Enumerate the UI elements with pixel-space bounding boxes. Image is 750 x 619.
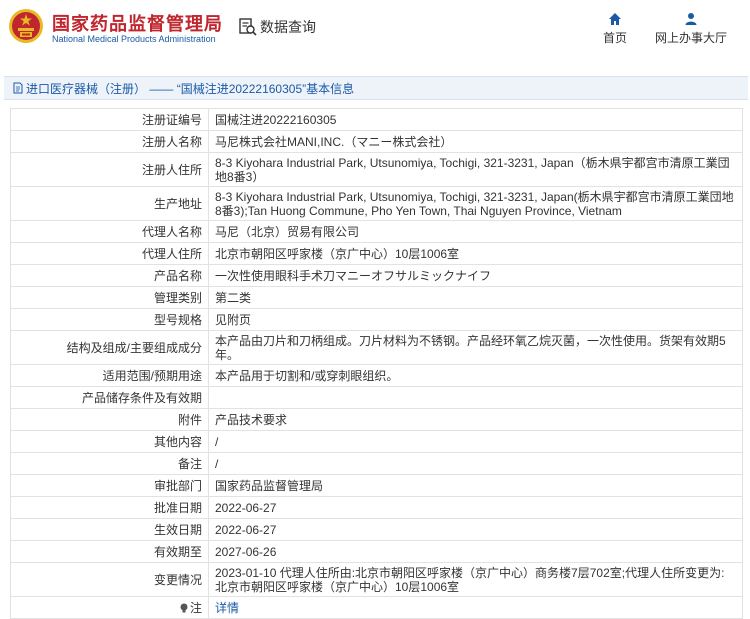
field-value: / <box>208 452 743 475</box>
table-row: 有效期至 2027-06-26 <box>10 540 743 563</box>
field-label: 管理类别 <box>10 286 209 309</box>
document-icon <box>13 82 23 94</box>
field-label: 产品名称 <box>10 264 209 287</box>
breadcrumb-separator: —— <box>149 81 174 96</box>
field-value: 北京市朝阳区呼家楼（京广中心）10层1006室 <box>208 242 743 265</box>
field-label: 产品储存条件及有效期 <box>10 386 209 409</box>
data-search-icon <box>239 18 257 36</box>
table-row: 注册人名称 马尼株式会社MANI,INC.（マニー株式会社） <box>10 130 743 153</box>
field-label: 注册人住所 <box>10 152 209 187</box>
field-label: 批准日期 <box>10 496 209 519</box>
table-row: 产品名称 一次性使用眼科手术刀マニーオフサルミックナイフ <box>10 264 743 287</box>
table-row: 注册证编号 国械注进20222160305 <box>10 108 743 131</box>
table-row: 结构及组成/主要组成成分 本产品由刀片和刀柄组成。刀片材料为不锈钢。产品经环氧乙… <box>10 330 743 365</box>
emblem-icon <box>9 9 43 43</box>
field-value: 本产品用于切割和/或穿刺眼组织。 <box>208 364 743 387</box>
field-value: 马尼株式会社MANI,INC.（マニー株式会社） <box>208 130 743 153</box>
note-value-cell: 详情 <box>208 596 743 619</box>
data-query-label: 数据查询 <box>260 19 316 35</box>
field-label: 型号规格 <box>10 308 209 331</box>
field-label: 代理人名称 <box>10 220 209 243</box>
field-label: 有效期至 <box>10 540 209 563</box>
site-brand-subtitle: National Medical Products Administration <box>52 34 216 44</box>
note-row: 注 详情 <box>10 596 743 619</box>
field-value: 马尼（北京）贸易有限公司 <box>208 220 743 243</box>
note-label-cell: 注 <box>10 596 209 619</box>
field-label: 备注 <box>10 452 209 475</box>
field-value: 2022-06-27 <box>208 496 743 519</box>
field-value: 8-3 Kiyohara Industrial Park, Utsunomiya… <box>208 152 743 187</box>
table-row: 代理人住所 北京市朝阳区呼家楼（京广中心）10层1006室 <box>10 242 743 265</box>
field-label: 注册人名称 <box>10 130 209 153</box>
table-row: 其他内容 / <box>10 430 743 453</box>
table-row: 管理类别 第二类 <box>10 286 743 309</box>
field-value: 一次性使用眼科手术刀マニーオフサルミックナイフ <box>208 264 743 287</box>
home-icon <box>609 13 621 25</box>
field-value: 产品技术要求 <box>208 408 743 431</box>
table-row: 批准日期 2022-06-27 <box>10 496 743 519</box>
table-row: 生效日期 2022-06-27 <box>10 518 743 541</box>
field-value: 2023-01-10 代理人住所由:北京市朝阳区呼家楼（京广中心）商务楼7层70… <box>208 562 743 597</box>
table-row: 产品储存条件及有效期 <box>10 386 743 409</box>
bulb-icon <box>180 603 188 612</box>
details-link[interactable]: 详情 <box>215 601 239 615</box>
table-row: 备注 / <box>10 452 743 475</box>
field-label: 适用范围/预期用途 <box>10 364 209 387</box>
field-label: 变更情况 <box>10 562 209 597</box>
site-header: 国家药品监督管理局 National Medical Products Admi… <box>0 0 750 64</box>
field-value: / <box>208 430 743 453</box>
field-value: 本产品由刀片和刀柄组成。刀片材料为不锈钢。产品经环氧乙烷灭菌，一次性使用。货架有… <box>208 330 743 365</box>
field-label: 其他内容 <box>10 430 209 453</box>
record-table: 注册证编号 国械注进20222160305 注册人名称 马尼株式会社MANI,I… <box>10 108 743 619</box>
table-row: 型号规格 见附页 <box>10 308 743 331</box>
field-value: 2027-06-26 <box>208 540 743 563</box>
nav-home-label: 首页 <box>602 31 627 45</box>
nav-hall-label: 网上办事大厅 <box>654 31 727 45</box>
field-label: 生产地址 <box>10 186 209 221</box>
field-label: 代理人住所 <box>10 242 209 265</box>
field-value: 见附页 <box>208 308 743 331</box>
nav-online-service-hall[interactable]: 网上办事大厅 <box>650 12 732 46</box>
page-title: “国械注进20222160305”基本信息 <box>176 81 355 96</box>
field-label: 生效日期 <box>10 518 209 541</box>
field-label: 结构及组成/主要组成成分 <box>10 330 209 365</box>
data-query-link[interactable]: 数据查询 <box>238 16 316 38</box>
table-row: 注册人住所 8-3 Kiyohara Industrial Park, Utsu… <box>10 152 743 187</box>
field-value: 国家药品监督管理局 <box>208 474 743 497</box>
note-label: 注 <box>189 600 202 615</box>
table-row: 适用范围/预期用途 本产品用于切割和/或穿刺眼组织。 <box>10 364 743 387</box>
field-label: 注册证编号 <box>10 108 209 131</box>
table-row: 代理人名称 马尼（北京）贸易有限公司 <box>10 220 743 243</box>
record-details: 注册证编号 国械注进20222160305 注册人名称 马尼株式会社MANI,I… <box>10 108 743 619</box>
field-label: 附件 <box>10 408 209 431</box>
field-value: 2022-06-27 <box>208 518 743 541</box>
field-value: 第二类 <box>208 286 743 309</box>
breadcrumb: 进口医疗器械（注册） —— “国械注进20222160305”基本信息 <box>4 76 748 100</box>
table-row: 审批部门 国家药品监督管理局 <box>10 474 743 497</box>
table-row: 变更情况 2023-01-10 代理人住所由:北京市朝阳区呼家楼（京广中心）商务… <box>10 562 743 597</box>
nav-home[interactable]: 首页 <box>598 12 632 46</box>
field-value: 8-3 Kiyohara Industrial Park, Utsunomiya… <box>208 186 743 221</box>
table-row: 附件 产品技术要求 <box>10 408 743 431</box>
field-value: 国械注进20222160305 <box>208 108 743 131</box>
site-brand-title[interactable]: 国家药品监督管理局 <box>52 10 223 36</box>
field-label: 审批部门 <box>10 474 209 497</box>
table-row: 生产地址 8-3 Kiyohara Industrial Park, Utsun… <box>10 186 743 221</box>
field-value <box>208 386 743 409</box>
breadcrumb-category-link[interactable]: 进口医疗器械（注册） <box>26 82 146 96</box>
user-icon <box>685 13 697 25</box>
